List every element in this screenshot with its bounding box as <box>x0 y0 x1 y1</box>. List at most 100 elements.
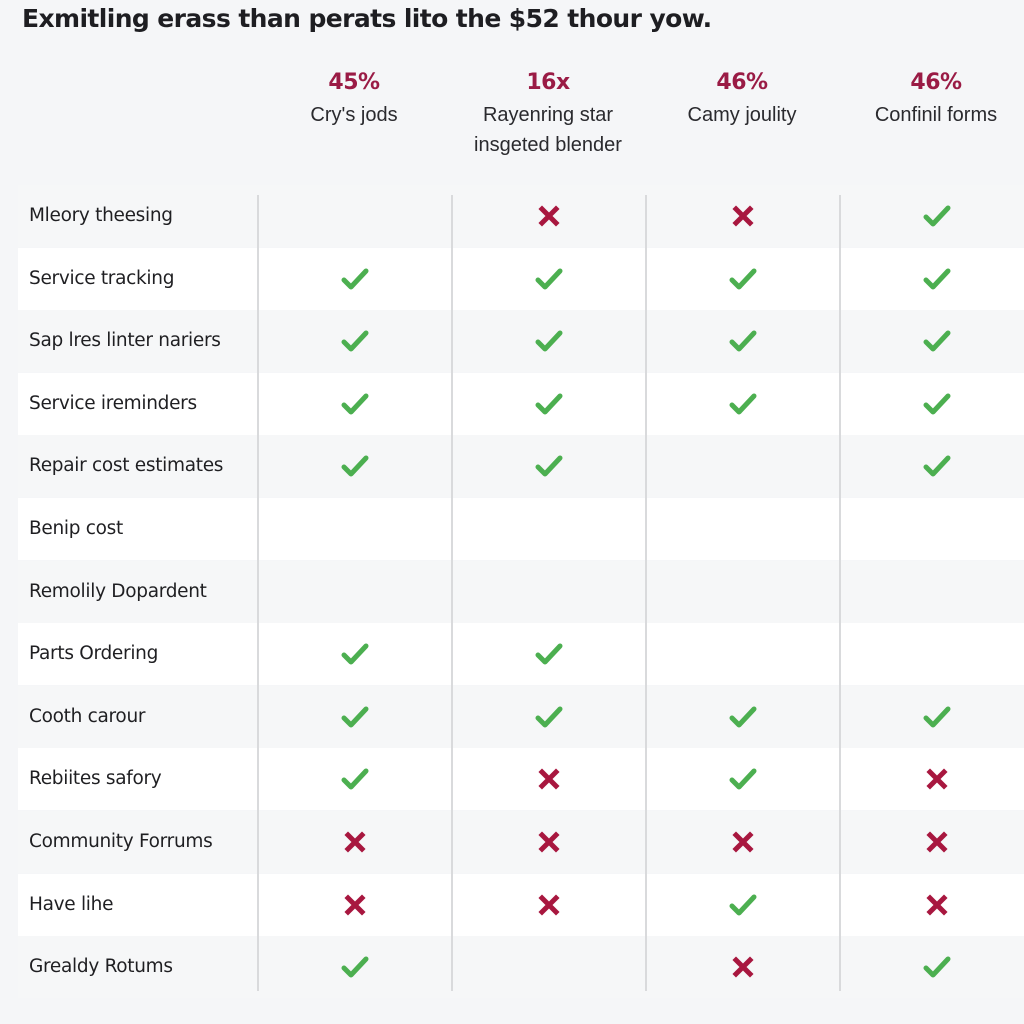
table-row: Service ireminders <box>18 372 1024 435</box>
table-cell <box>646 498 840 560</box>
column-label: Camy joulity <box>687 104 797 126</box>
cross-icon <box>538 831 560 853</box>
column-header-2: 16x Rayenring star insgeted blender <box>451 68 645 160</box>
check-icon <box>535 455 563 477</box>
check-icon <box>923 706 951 728</box>
feature-label: Cooth carour <box>29 705 146 727</box>
check-icon <box>729 768 757 790</box>
feature-label: Repair cost estimates <box>29 455 224 477</box>
table-row: Rebiites safory <box>18 748 1024 811</box>
table-cell <box>646 310 840 372</box>
feature-label: Parts Ordering <box>29 643 159 665</box>
table-cell <box>452 435 646 497</box>
table-cell <box>646 686 840 748</box>
feature-label: Grealdy Rotums <box>29 956 173 978</box>
table-cell <box>452 248 646 310</box>
table-cell <box>840 686 1024 748</box>
table-cell <box>840 623 1024 685</box>
table-cell <box>840 185 1024 247</box>
table-cell <box>840 874 1024 936</box>
table-row: Grealdy Rotums <box>18 936 1024 999</box>
table-row: Community Forrums <box>18 811 1024 873</box>
comparison-table: Mleory theesing Service tracking Sap lres … <box>18 185 1024 999</box>
table-cell <box>840 936 1024 998</box>
cross-icon <box>732 956 754 978</box>
check-icon <box>341 268 369 290</box>
feature-label: Remolily Dopardent <box>29 580 207 602</box>
check-icon <box>729 330 757 352</box>
column-stat: 16x <box>526 70 570 95</box>
check-icon <box>341 330 369 352</box>
feature-label: Service tracking <box>29 267 175 289</box>
table-cell <box>452 561 646 623</box>
check-icon <box>341 706 369 728</box>
check-icon <box>923 956 951 978</box>
check-icon <box>535 330 563 352</box>
table-cell <box>646 373 840 435</box>
feature-label: Sap lres linter nariers <box>29 330 221 352</box>
table-cell <box>258 435 452 497</box>
table-cell <box>452 185 646 247</box>
table-cell <box>258 686 452 748</box>
table-row: Repair cost estimates <box>18 435 1024 498</box>
table-cell <box>452 748 646 810</box>
cross-icon <box>926 768 948 790</box>
cross-icon <box>538 205 560 227</box>
column-stat: 45% <box>328 70 380 95</box>
feature-label: Service ireminders <box>29 392 197 414</box>
table-cell <box>258 623 452 685</box>
table-cell <box>840 748 1024 810</box>
table-cell <box>258 936 452 998</box>
column-stat: 46% <box>910 70 962 95</box>
cross-icon <box>344 894 366 916</box>
table-cell <box>258 561 452 623</box>
table-cell <box>646 561 840 623</box>
check-icon <box>535 643 563 665</box>
column-label: insgeted blender <box>474 134 622 156</box>
table-cell <box>258 811 452 873</box>
table-cell <box>646 248 840 310</box>
feature-label: Community Forrums <box>29 831 213 852</box>
table-row: Remolily Dopardent <box>18 560 1024 623</box>
column-divider <box>257 195 259 991</box>
table-row: Have lihe <box>18 873 1024 936</box>
table-row: Service tracking <box>18 247 1024 310</box>
table-cell <box>840 561 1024 623</box>
table-row: Benip cost <box>18 498 1024 560</box>
page-title: Exmitling erass than perats lito the $52… <box>22 4 712 33</box>
column-header-3: 46% Camy joulity <box>645 68 839 130</box>
table-cell <box>646 623 840 685</box>
table-cell <box>258 185 452 247</box>
table-cell <box>840 435 1024 497</box>
check-icon <box>535 268 563 290</box>
check-icon <box>729 894 757 916</box>
table-cell <box>452 874 646 936</box>
check-icon <box>729 268 757 290</box>
table-cell <box>840 373 1024 435</box>
check-icon <box>923 330 951 352</box>
cross-icon <box>732 205 754 227</box>
check-icon <box>341 643 369 665</box>
column-divider <box>645 195 647 991</box>
table-cell <box>646 936 840 998</box>
table-cell <box>452 623 646 685</box>
cross-icon <box>926 831 948 853</box>
column-label: Rayenring star <box>482 104 614 126</box>
column-header-1: 45% Cry's jods <box>257 68 451 130</box>
feature-label: Have lihe <box>29 893 114 915</box>
table-cell <box>452 811 646 873</box>
table-cell <box>258 373 452 435</box>
cross-icon <box>538 768 560 790</box>
table-cell <box>646 748 840 810</box>
cross-icon <box>344 831 366 853</box>
table-cell <box>840 498 1024 560</box>
table-row: Parts Ordering <box>18 623 1024 686</box>
check-icon <box>341 393 369 415</box>
cross-icon <box>538 894 560 916</box>
table-cell <box>646 874 840 936</box>
table-row: Cooth carour <box>18 685 1024 748</box>
column-label: Confinil forms <box>874 104 998 126</box>
column-header-4: 46% Confinil forms <box>839 68 1024 130</box>
table-cell <box>840 310 1024 372</box>
table-row: Mleory theesing <box>18 185 1024 247</box>
